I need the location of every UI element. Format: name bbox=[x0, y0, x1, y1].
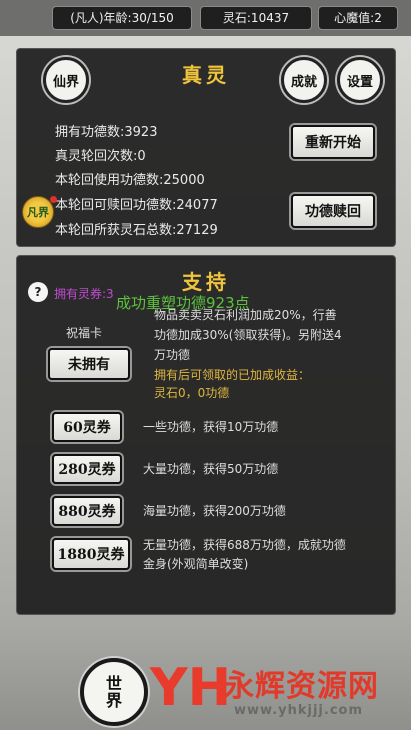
pack-880-desc: 海量功德，获得200万功德 bbox=[143, 504, 286, 518]
watermark-logo: YH bbox=[150, 658, 232, 718]
world-button-label: 世界 bbox=[105, 674, 122, 710]
merit-used: 本轮回使用功德数:25000 bbox=[55, 173, 205, 188]
help-icon[interactable]: ? bbox=[28, 282, 48, 302]
true-spirit-panel: 仙界 真灵 成就 设置 拥有功德数:3923 真灵轮回次数:0 本轮回使用功德数… bbox=[16, 48, 396, 247]
pack-1880-button[interactable]: 1880灵券 bbox=[52, 538, 130, 570]
settings-button[interactable]: 设置 bbox=[337, 57, 383, 103]
restart-button[interactable]: 重新开始 bbox=[291, 125, 375, 159]
age-display: (凡人)年龄:30/150 bbox=[52, 6, 192, 30]
pack-880-button[interactable]: 880灵券 bbox=[52, 496, 122, 526]
demon-value-display: 心魔值:2 bbox=[318, 6, 398, 30]
watermark: YH 永辉资源网 www.yhkjjj.com bbox=[150, 655, 405, 727]
pack-60-button[interactable]: 60灵券 bbox=[52, 412, 122, 442]
mortal-realm-badge-icon[interactable]: 凡界 bbox=[22, 196, 54, 228]
world-button[interactable]: 世界 bbox=[80, 658, 148, 726]
success-toast: 成功重塑功德923点 bbox=[116, 294, 250, 312]
status-bar: (凡人)年龄:30/150 灵石:10437 心魔值:2 bbox=[0, 0, 411, 36]
spirit-stone-display: 灵石:10437 bbox=[200, 6, 312, 30]
blessing-desc-line2: 功德加成30%(领取获得)。另附送4 bbox=[154, 328, 342, 342]
merit-owned: 拥有功德数:3923 bbox=[55, 125, 158, 140]
watermark-name: 永辉资源网 bbox=[224, 669, 379, 704]
pending-rewards-value: 灵石0，0功德 bbox=[154, 386, 230, 400]
stones-total: 本轮回所获灵石总数:27129 bbox=[55, 223, 218, 238]
pending-rewards-label: 拥有后可领取的已加成收益： bbox=[154, 368, 311, 382]
redeem-merit-button[interactable]: 功德赎回 bbox=[291, 194, 375, 228]
pack-1880-desc-line1: 无量功德，获得688万功德，成就功德 bbox=[143, 538, 346, 552]
reincarnation-count: 真灵轮回次数:0 bbox=[55, 149, 146, 164]
blessing-desc-line3: 万功德 bbox=[154, 348, 191, 362]
coupons-owned: 拥有灵券:3 bbox=[54, 287, 114, 301]
achievement-button[interactable]: 成就 bbox=[281, 57, 327, 103]
pack-60-desc: 一些功德，获得10万功德 bbox=[143, 420, 279, 434]
pack-1880-desc-line2: 金身(外观简单改变) bbox=[143, 557, 249, 571]
pack-280-desc: 大量功德，获得50万功德 bbox=[143, 462, 279, 476]
pack-280-button[interactable]: 280灵券 bbox=[52, 454, 122, 484]
merit-redeemable: 本轮回可赎回功德数:24077 bbox=[55, 198, 218, 213]
blessing-card-button[interactable]: 未拥有 bbox=[48, 348, 130, 380]
notification-dot-icon bbox=[50, 196, 57, 203]
watermark-url: www.yhkjjj.com bbox=[234, 703, 364, 718]
blessing-card-label: 祝福卡 bbox=[66, 326, 103, 340]
